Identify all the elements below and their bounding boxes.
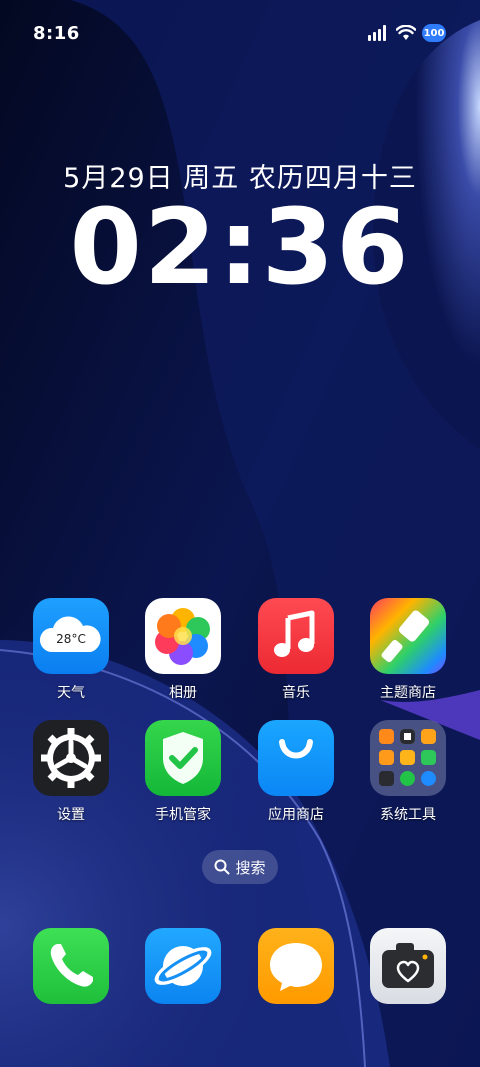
camera-icon[interactable] (370, 928, 446, 1004)
clock-widget[interactable]: 02:36 (0, 186, 480, 308)
dock-phone[interactable] (15, 928, 127, 1004)
battery-icon: 100 (422, 24, 446, 42)
app-settings[interactable]: 设置 (15, 720, 127, 824)
app-theme-store[interactable]: 主题商店 (352, 598, 464, 702)
music-icon[interactable] (258, 598, 334, 674)
folder-app-icon (400, 750, 415, 765)
weather-temp: 28°C (56, 632, 86, 646)
app-store-icon[interactable] (258, 720, 334, 796)
folder-app-icon (421, 729, 436, 744)
app-security[interactable]: 手机管家 (127, 720, 239, 824)
status-icons: 100 (368, 24, 446, 42)
app-weather[interactable]: 28°C 天气 (15, 598, 127, 702)
signal-icon (368, 25, 386, 41)
dock-camera[interactable] (352, 928, 464, 1004)
app-label-theme-store: 主题商店 (380, 685, 436, 701)
folder-app-icon (379, 750, 394, 765)
browser-icon[interactable] (145, 928, 221, 1004)
folder-icon[interactable] (370, 720, 446, 796)
phone-icon[interactable] (33, 928, 109, 1004)
folder-preview (379, 729, 437, 787)
folder-app-icon (379, 729, 394, 744)
wifi-icon (396, 25, 416, 40)
app-music[interactable]: 音乐 (240, 598, 352, 702)
folder-app-icon (400, 771, 415, 786)
settings-icon[interactable] (33, 720, 109, 796)
search-label: 搜索 (235, 858, 266, 877)
search-button[interactable]: 搜索 (202, 850, 278, 884)
app-label-settings: 设置 (57, 807, 85, 823)
dock-messages[interactable] (240, 928, 352, 1004)
messages-icon[interactable] (258, 928, 334, 1004)
folder-app-icon (379, 771, 394, 786)
status-time: 8:16 (33, 23, 80, 44)
app-system-tools[interactable]: 系统工具 (352, 720, 464, 824)
folder-app-icon (421, 750, 436, 765)
app-label-app-store: 应用商店 (268, 807, 324, 823)
theme-store-icon[interactable] (370, 598, 446, 674)
app-label-music: 音乐 (282, 685, 310, 701)
app-app-store[interactable]: 应用商店 (240, 720, 352, 824)
folder-app-icon (421, 771, 436, 786)
search-icon (214, 859, 230, 875)
dock-browser[interactable] (127, 928, 239, 1004)
app-gallery[interactable]: 相册 (127, 598, 239, 702)
battery-level: 100 (423, 27, 445, 39)
security-icon[interactable] (145, 720, 221, 796)
status-bar: 8:16 100 (0, 0, 480, 68)
gallery-icon[interactable] (145, 598, 221, 674)
app-label-gallery: 相册 (169, 685, 197, 701)
weather-icon[interactable]: 28°C (33, 598, 109, 674)
app-label-weather: 天气 (57, 685, 85, 701)
app-label-security: 手机管家 (155, 807, 211, 823)
app-label-system-tools: 系统工具 (380, 807, 436, 823)
folder-app-icon (400, 729, 415, 744)
